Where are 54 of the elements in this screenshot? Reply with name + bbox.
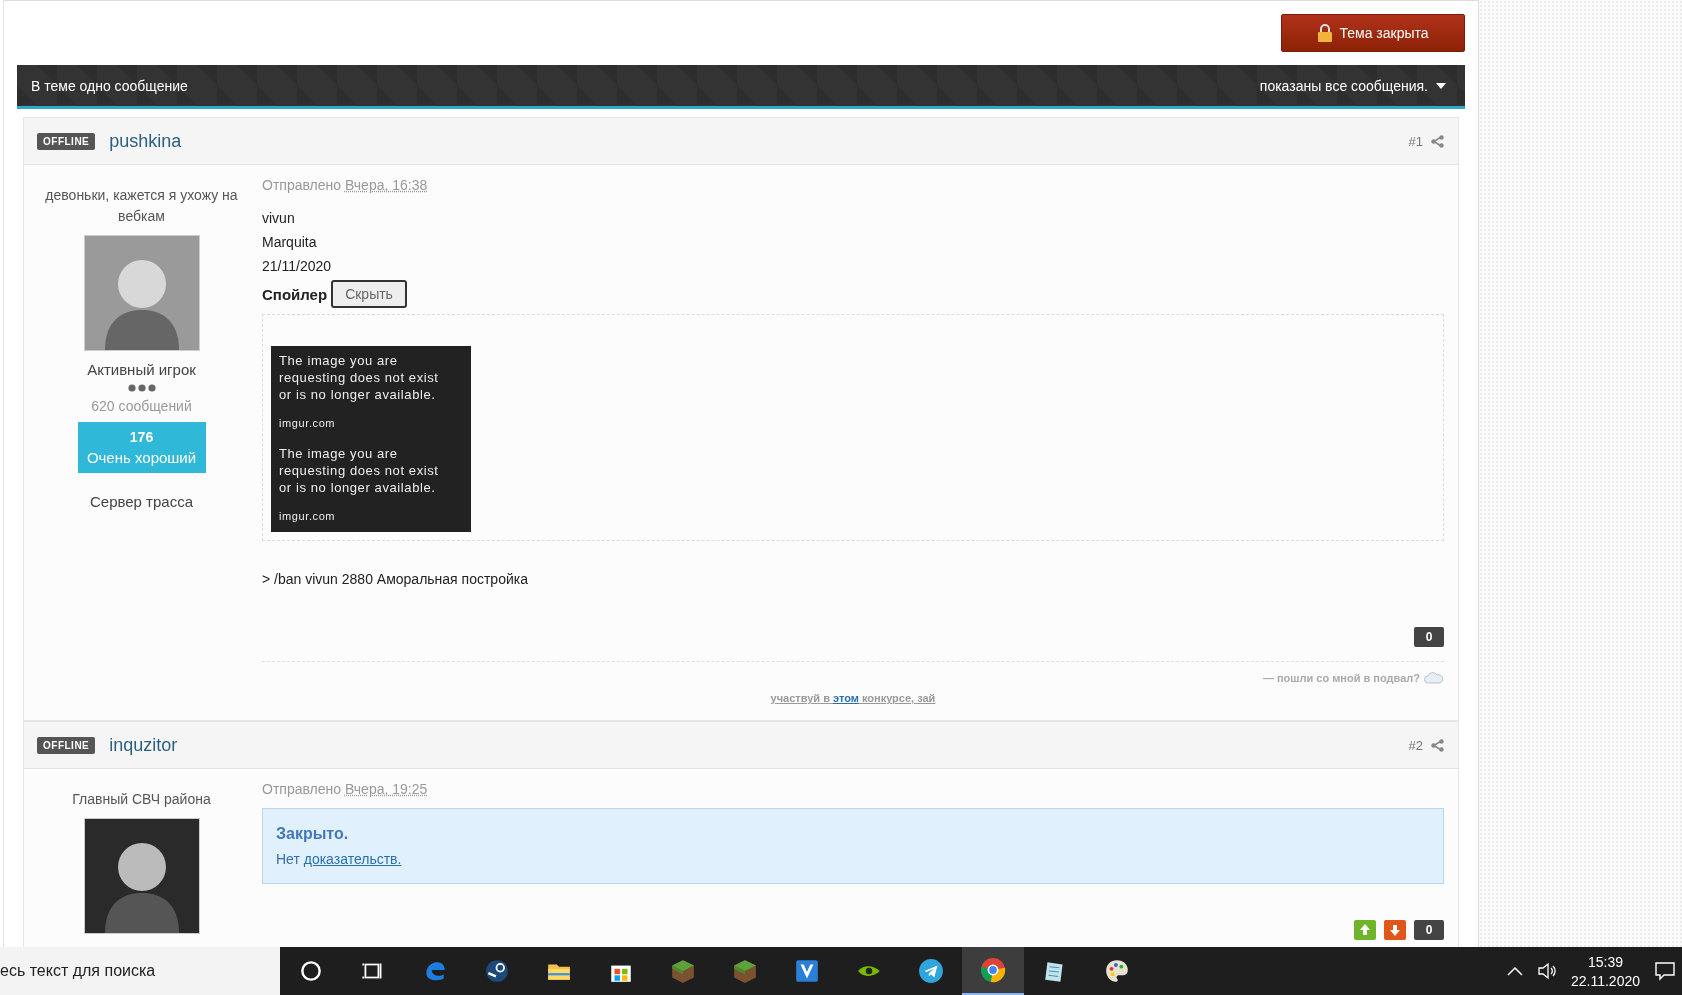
paper-plane-icon <box>918 958 944 984</box>
filter-dropdown[interactable]: показаны все сообщения. <box>1259 77 1428 94</box>
author-link[interactable]: inquzitor <box>109 734 178 756</box>
cloud-icon <box>1424 672 1444 684</box>
topic-closed-button[interactable]: Тема закрыта <box>1281 14 1465 52</box>
post-text: > /ban vivun 2880 Аморальная постройка <box>262 570 529 589</box>
server-label: Сервер трасса <box>89 493 194 510</box>
status-badge: OFFLINE <box>37 736 96 754</box>
gear-disc-icon <box>484 958 510 984</box>
grass-block-icon <box>732 958 758 984</box>
user-rank: Активный игрок <box>87 361 196 378</box>
post-date: Отправлено Вчера, 19:25 <box>262 781 429 797</box>
author-link[interactable]: pushkina <box>109 130 182 152</box>
signature-text: — пошли со мной в подвал? <box>1262 672 1420 684</box>
spoiler-label: Спойлер <box>262 285 328 303</box>
color-wheel-icon <box>980 957 1006 983</box>
post-date: Отправлено Вчера, 16:38 <box>262 177 429 193</box>
post-text: vivun <box>262 209 296 228</box>
clock-date[interactable]: 22.11.2020 <box>1570 972 1640 989</box>
circle-icon <box>298 958 324 984</box>
chevron-up-icon[interactable] <box>1506 966 1523 976</box>
post-number-link[interactable]: #2 <box>1408 737 1423 753</box>
speaker-icon[interactable] <box>1536 962 1557 980</box>
vote-count: 0 <box>1414 920 1444 940</box>
post-text: Marquita <box>262 233 318 252</box>
rank-pips-icon <box>127 384 156 392</box>
missing-image: The image you are requesting does not exist or is no longer available. imgur.com The image you are requesting does not exist or is no longer available. imgur.com <box>271 346 471 532</box>
search-field[interactable]: есь текст для поиска <box>0 947 280 995</box>
reputation-label: Очень хороший <box>86 449 197 466</box>
thread-summary: В теме одно сообщение <box>31 77 188 94</box>
lock-icon <box>1317 24 1334 42</box>
signature-link[interactable]: этом <box>832 692 859 704</box>
grass-block-icon <box>670 958 696 984</box>
user-title: девоньки, кажется я ухожу на вебкам <box>44 186 239 226</box>
post-number-link[interactable]: #1 <box>1408 133 1423 149</box>
user-title: Главный СВЧ района <box>71 790 212 809</box>
status-badge: OFFLINE <box>37 132 96 150</box>
notification-icon[interactable] <box>1654 961 1676 981</box>
vote-count: 0 <box>1414 627 1444 647</box>
caret-icon[interactable] <box>1436 82 1446 89</box>
notice-text: Нет доказательств. <box>276 851 403 867</box>
downvote-button[interactable] <box>1384 920 1406 940</box>
post-text: 21/11/2020 <box>262 257 333 276</box>
notice-title: Закрыто. <box>276 825 350 843</box>
signature-line: участвуй в этом конкурсе, зай <box>769 692 937 704</box>
palette-icon <box>1104 958 1130 984</box>
taskbar-button[interactable] <box>962 947 1024 995</box>
share-icon[interactable] <box>1431 134 1444 148</box>
reputation-count: 176 <box>129 429 154 445</box>
evidence-link[interactable]: доказательств. <box>303 851 402 867</box>
post-count: 620 сообщений <box>91 398 192 414</box>
clock-time[interactable]: 15:39 <box>1587 953 1623 970</box>
share-icon[interactable] <box>1431 738 1444 752</box>
hide-button[interactable]: Скрыть <box>331 280 407 308</box>
